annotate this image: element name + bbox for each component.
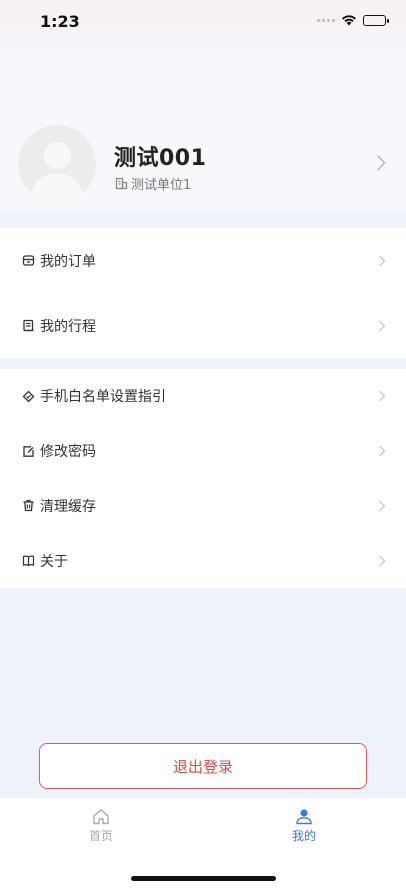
edit-password-icon xyxy=(23,445,34,457)
wifi-icon xyxy=(342,15,356,26)
tab-bar: 首页 我的 xyxy=(0,798,406,888)
profile-name: 测试001 xyxy=(114,146,207,171)
profile-unit-label: 测试单位1 xyxy=(131,178,192,193)
building-icon xyxy=(115,177,128,190)
avatar[interactable] xyxy=(18,125,96,203)
order-box-icon xyxy=(22,255,35,266)
menu-item-whitelist-guide[interactable]: 手机白名单设置指引 xyxy=(0,369,406,424)
tab-label: 首页 xyxy=(88,829,113,843)
tab-label: 我的 xyxy=(291,829,316,843)
menu-item-clear-cache[interactable]: 清理缓存 xyxy=(0,479,406,534)
whitelist-tag-icon xyxy=(22,390,35,403)
menu-item-label: 我的行程 xyxy=(40,318,96,335)
chevron-right-icon xyxy=(379,255,386,266)
chevron-right-icon[interactable] xyxy=(376,154,386,172)
home-icon xyxy=(93,809,109,825)
profile-header[interactable]: 测试001 测试单位1 xyxy=(0,118,406,214)
menu-item-label: 手机白名单设置指引 xyxy=(40,389,166,406)
status-bar: 1:23 xyxy=(0,0,406,44)
logout-button[interactable]: 退出登录 xyxy=(39,743,367,789)
chevron-right-icon xyxy=(379,555,386,567)
menu-group-settings: 手机白名单设置指引 修改密码 清理缓存 关于 xyxy=(0,369,406,588)
status-time: 1:23 xyxy=(40,12,80,31)
book-icon xyxy=(22,555,35,567)
menu-item-label: 修改密码 xyxy=(40,444,96,461)
menu-item-my-trips[interactable]: 我的行程 xyxy=(0,293,406,358)
signal-icon xyxy=(317,18,335,22)
menu-group-primary: 我的订单 我的行程 xyxy=(0,228,406,358)
menu-item-my-orders[interactable]: 我的订单 xyxy=(0,228,406,293)
itinerary-scroll-icon xyxy=(23,319,34,332)
trash-icon xyxy=(23,500,34,512)
battery-icon xyxy=(363,14,389,26)
chevron-right-icon xyxy=(379,500,386,512)
profile-screen: 1:23 测试001 测试单位1 我的订单 我的行程 手机白名单设置指引 修改密… xyxy=(0,0,406,888)
status-icons xyxy=(317,14,389,26)
menu-item-about[interactable]: 关于 xyxy=(0,533,406,588)
tab-home[interactable]: 首页 xyxy=(71,808,131,844)
menu-item-label: 关于 xyxy=(40,553,68,570)
chevron-right-icon xyxy=(379,390,386,402)
menu-item-label: 清理缓存 xyxy=(40,498,96,515)
chevron-right-icon xyxy=(379,445,386,457)
menu-item-label: 我的订单 xyxy=(40,253,96,270)
home-indicator xyxy=(131,876,276,881)
menu-item-change-password[interactable]: 修改密码 xyxy=(0,424,406,479)
chevron-right-icon xyxy=(379,320,386,331)
tab-mine[interactable]: 我的 xyxy=(274,808,334,844)
user-icon xyxy=(296,809,312,825)
profile-unit: 测试单位1 xyxy=(115,174,191,193)
